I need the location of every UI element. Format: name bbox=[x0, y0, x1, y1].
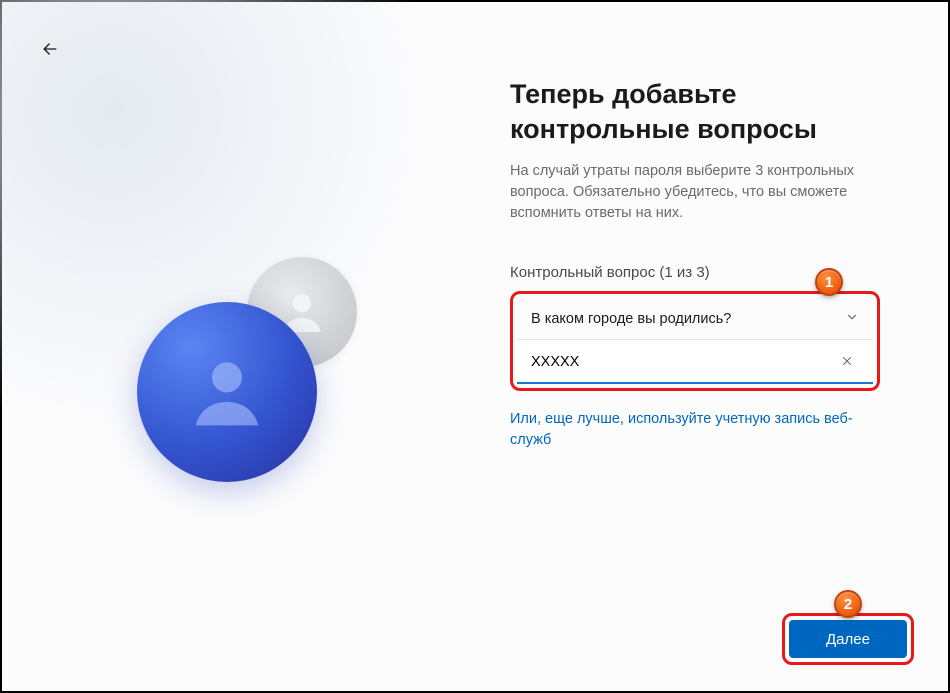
page-title: Теперь добавьте контрольные вопросы bbox=[510, 77, 900, 147]
security-question-value: В каком городе вы родились? bbox=[531, 311, 731, 327]
clear-input-button[interactable] bbox=[835, 350, 859, 374]
security-question-select[interactable]: В каком городе вы родились? bbox=[517, 298, 873, 340]
chevron-down-icon bbox=[845, 310, 859, 328]
account-illustration bbox=[137, 257, 397, 517]
input-focus-underline bbox=[517, 382, 873, 384]
arrow-left-icon bbox=[40, 39, 60, 62]
question-field-group: 1 В каком городе вы родились? bbox=[510, 291, 880, 391]
next-button-highlight: 2 Далее bbox=[782, 613, 914, 665]
close-icon bbox=[840, 354, 854, 371]
annotation-badge-1: 1 bbox=[815, 268, 843, 296]
avatar-primary-icon bbox=[137, 302, 317, 482]
annotation-badge-2: 2 bbox=[834, 590, 862, 618]
security-answer-input[interactable] bbox=[531, 354, 835, 370]
page-subtitle: На случай утраты пароля выберите 3 контр… bbox=[510, 161, 880, 224]
use-online-account-link[interactable]: Или, еще лучше, используйте учетную запи… bbox=[510, 409, 880, 450]
next-button[interactable]: Далее bbox=[789, 620, 907, 658]
back-button[interactable] bbox=[34, 34, 66, 66]
